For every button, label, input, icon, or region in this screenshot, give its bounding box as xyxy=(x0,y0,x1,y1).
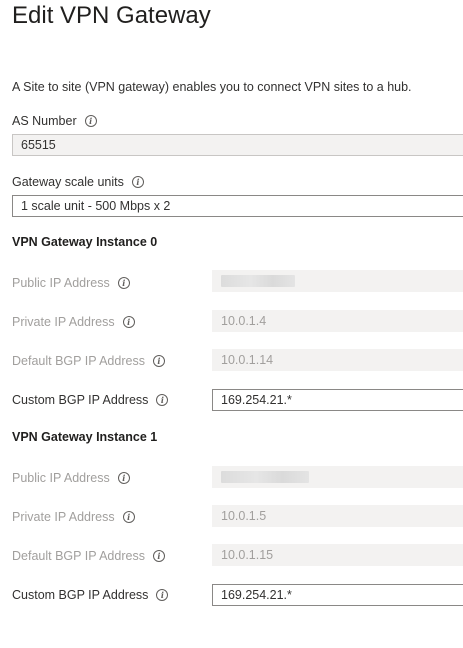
as-number-field: 65515 xyxy=(12,134,463,156)
redacted-value xyxy=(221,471,309,483)
instance-1-custom-bgp-label-row: Custom BGP IP Address i xyxy=(12,588,169,602)
instance-1-public-ip-field xyxy=(212,466,463,488)
instance-0-custom-bgp-input[interactable]: 169.254.21.* xyxy=(212,389,463,411)
info-icon[interactable]: i xyxy=(117,472,130,484)
info-icon[interactable]: i xyxy=(84,115,97,127)
instance-0-private-ip-field: 10.0.1.4 xyxy=(212,310,463,332)
instance-0-default-bgp-field: 10.0.1.14 xyxy=(212,349,463,371)
info-icon[interactable]: i xyxy=(122,511,135,523)
default-bgp-label: Default BGP IP Address xyxy=(12,549,145,563)
info-icon[interactable]: i xyxy=(152,550,165,562)
instance-0-heading: VPN Gateway Instance 0 xyxy=(12,235,158,249)
info-icon[interactable]: i xyxy=(156,394,169,406)
info-icon[interactable]: i xyxy=(156,589,169,601)
instance-1-private-ip-label-row: Private IP Address i xyxy=(12,510,135,524)
public-ip-label: Public IP Address xyxy=(12,276,110,290)
page-title: Edit VPN Gateway xyxy=(12,2,211,29)
private-ip-label: Private IP Address xyxy=(12,510,115,524)
instance-1-heading: VPN Gateway Instance 1 xyxy=(12,430,158,444)
instance-0-default-bgp-label-row: Default BGP IP Address i xyxy=(12,354,165,368)
as-number-label-row: AS Number i xyxy=(12,114,97,128)
info-icon[interactable]: i xyxy=(117,277,130,289)
instance-0-public-ip-field xyxy=(212,270,463,292)
public-ip-label: Public IP Address xyxy=(12,471,110,485)
as-number-label: AS Number xyxy=(12,114,77,128)
default-bgp-label: Default BGP IP Address xyxy=(12,354,145,368)
custom-bgp-label: Custom BGP IP Address xyxy=(12,393,149,407)
instance-0-public-ip-label-row: Public IP Address i xyxy=(12,276,130,290)
private-ip-label: Private IP Address xyxy=(12,315,115,329)
instance-1-private-ip-field: 10.0.1.5 xyxy=(212,505,463,527)
instance-1-custom-bgp-input[interactable]: 169.254.21.* xyxy=(212,584,463,606)
scale-units-dropdown[interactable]: 1 scale unit - 500 Mbps x 2 xyxy=(12,195,463,217)
instance-0-private-ip-label-row: Private IP Address i xyxy=(12,315,135,329)
instance-1-default-bgp-label-row: Default BGP IP Address i xyxy=(12,549,165,563)
scale-units-label-row: Gateway scale units i xyxy=(12,175,144,189)
scale-units-label: Gateway scale units xyxy=(12,175,124,189)
instance-1-public-ip-label-row: Public IP Address i xyxy=(12,471,130,485)
info-icon[interactable]: i xyxy=(131,176,144,188)
info-icon[interactable]: i xyxy=(152,355,165,367)
redacted-value xyxy=(221,275,295,287)
instance-1-default-bgp-field: 10.0.1.15 xyxy=(212,544,463,566)
info-icon[interactable]: i xyxy=(122,316,135,328)
custom-bgp-label: Custom BGP IP Address xyxy=(12,588,149,602)
page-description: A Site to site (VPN gateway) enables you… xyxy=(12,80,412,94)
instance-0-custom-bgp-label-row: Custom BGP IP Address i xyxy=(12,393,169,407)
